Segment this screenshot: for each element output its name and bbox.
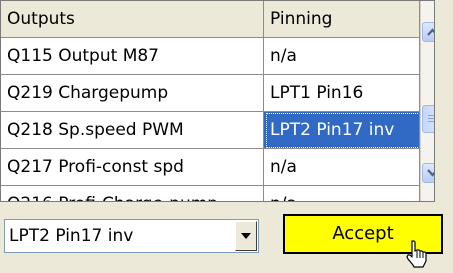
- grip-line: [428, 118, 434, 119]
- row-output-cell[interactable]: Q216 Profi-Charge-pump: [1, 186, 264, 201]
- scroll-thumb[interactable]: [422, 105, 434, 133]
- scroll-up-button[interactable]: [422, 22, 434, 42]
- grip-line: [428, 115, 434, 116]
- row-pin-cell[interactable]: n/a: [264, 186, 420, 201]
- outputs-grid: Outputs Pinning Q115 Output M87 n/a Q219…: [0, 0, 435, 202]
- grip-line: [428, 121, 434, 122]
- column-header-outputs[interactable]: Outputs: [1, 1, 264, 38]
- output-pinning-panel: Outputs Pinning Q115 Output M87 n/a Q219…: [0, 0, 453, 273]
- selected-pin-text: LPT2 Pin17 inv: [266, 113, 419, 148]
- row-pin-cell[interactable]: n/a: [264, 149, 420, 186]
- dropdown-button[interactable]: [235, 221, 257, 251]
- pin-select-value: LPT2 Pin17 inv: [9, 226, 134, 246]
- row-output-cell[interactable]: Q219 Chargepump: [1, 75, 264, 112]
- selected-pin-cell[interactable]: LPT2 Pin17 inv: [264, 112, 420, 149]
- triangle-down-icon: [241, 233, 251, 239]
- scroll-down-button[interactable]: [422, 163, 434, 183]
- chevron-up-icon: [427, 28, 434, 36]
- row-output-cell[interactable]: Q218 Sp.speed PWM: [1, 112, 264, 149]
- pin-select-dropdown[interactable]: LPT2 Pin17 inv: [4, 219, 259, 253]
- row-output-cell[interactable]: Q217 Profi-const spd: [1, 149, 264, 186]
- vertical-scrollbar[interactable]: [420, 1, 434, 201]
- row-output-cell[interactable]: Q115 Output M87: [1, 38, 264, 75]
- chevron-down-icon: [427, 169, 434, 177]
- column-header-pinning[interactable]: Pinning: [264, 1, 420, 38]
- hand-cursor-icon: [406, 240, 427, 268]
- row-pin-cell[interactable]: LPT1 Pin16: [264, 75, 420, 112]
- row-pin-cell[interactable]: n/a: [264, 38, 420, 75]
